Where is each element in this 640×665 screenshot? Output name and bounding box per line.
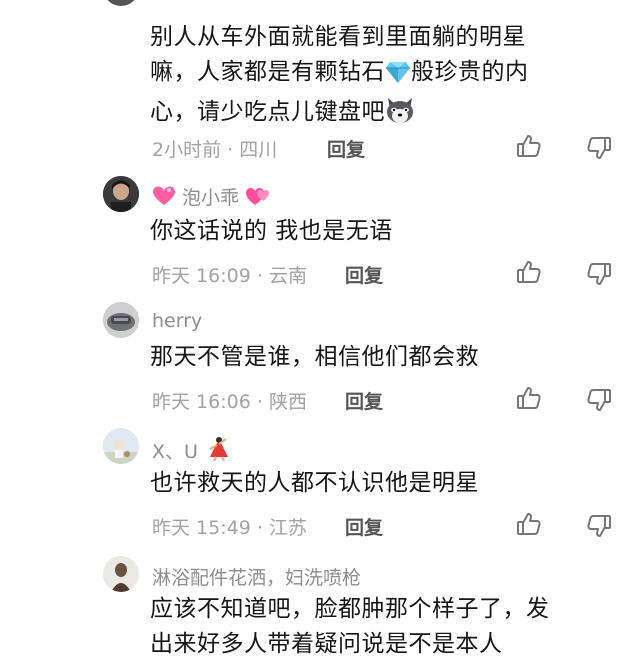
comment-time: 2小时前 [152,139,222,161]
username[interactable]: herry [152,310,202,332]
comment-text-segment: 般珍贵的内 [411,59,529,85]
thumbs-down-icon[interactable] [586,513,612,539]
separator: · [256,391,263,413]
avatar[interactable] [103,556,139,592]
comment-text-segment: 嘛，人家都是有颗钻石 [150,59,385,85]
username[interactable]: 淋浴配件花洒，妇洗喷枪 [152,563,361,590]
comment-location: 江苏 [268,517,307,539]
comment-text: 你这话说的 我也是无语 [150,218,393,244]
comment-text: 也许救天的人都不认识他是明星 [150,470,479,496]
username[interactable]: X、U [152,435,230,466]
comment-time: 昨天 16:09 [152,265,251,287]
comment-time: 昨天 15:49 [152,517,251,539]
reply-button[interactable]: 回复 [345,387,383,414]
avatar[interactable] [103,0,139,6]
thumbs-up-icon[interactable] [516,511,542,537]
comment-meta: 2小时前 · 四川 [152,135,277,162]
reply-button[interactable]: 回复 [327,135,365,162]
avatar[interactable] [103,176,139,212]
reply-button[interactable]: 回复 [345,513,383,540]
username-text: X、U [152,441,198,463]
comment-location: 陕西 [268,391,307,413]
comment-text-line: 应该不知道吧，脸都肿那个样子了，发 [150,596,550,622]
comment-meta: 昨天 16:09 · 云南 [152,261,307,288]
thumbs-down-icon[interactable] [586,135,612,161]
separator: · [227,139,234,161]
username[interactable]: 泡小乖 [152,183,273,212]
comment-text: 那天不管是谁，相信他们都会救 [150,344,479,370]
comment-text: 别人从车外面就能看到里面躺的明星 嘛，人家都是有颗钻石 般珍贵的内 心，请少吃点… [150,20,610,135]
separator: · [256,265,263,287]
comment-text-line: 心，请少吃点儿键盘吧 [150,95,610,135]
avatar[interactable] [103,428,139,464]
thumbs-down-icon[interactable] [586,261,612,287]
thumbs-up-icon[interactable] [516,385,542,411]
thumbs-up-icon[interactable] [516,259,542,285]
comment-meta: 昨天 16:06 · 陕西 [152,387,307,414]
heart-icon [245,185,273,212]
comment-location: 云南 [268,265,307,287]
username-text: 泡小乖 [182,187,240,209]
diamond-icon [385,60,411,95]
comment-text-line: 别人从车外面就能看到里面躺的明星 [150,24,526,50]
comment-time: 昨天 16:06 [152,391,251,413]
comment-meta: 昨天 15:49 · 江苏 [152,513,307,540]
separator: · [256,517,263,539]
comment-text-segment: 心，请少吃点儿键盘吧 [150,99,385,125]
heart-icon [152,185,176,212]
comment-location: 四川 [239,139,278,161]
reply-button[interactable]: 回复 [345,261,383,288]
avatar[interactable] [103,302,139,338]
thumbs-up-icon[interactable] [516,133,542,159]
husky-dog-emoji [385,96,415,135]
thumbs-down-icon[interactable] [586,387,612,413]
comment-text-line: 嘛，人家都是有颗钻石 般珍贵的内 [150,55,610,95]
comment-text: 应该不知道吧，脸都肿那个样子了，发 出来好多人带着疑问说是不是本人 [150,592,610,662]
comment-text-line: 出来好多人带着疑问说是不是本人 [150,631,503,657]
dancer-emoji [204,435,230,466]
